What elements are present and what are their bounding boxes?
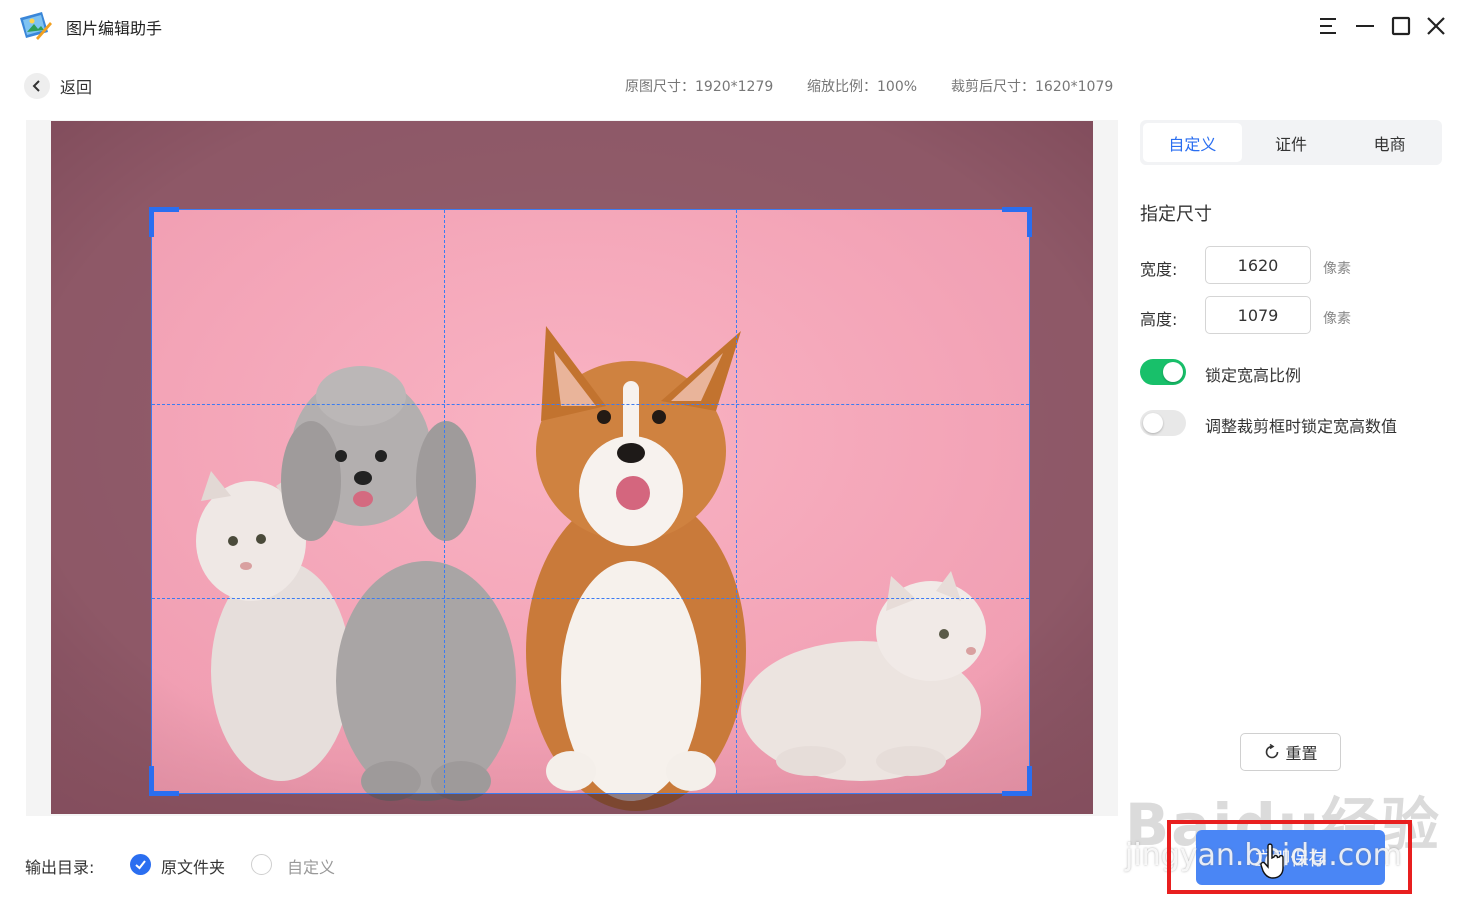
toggle-knob (1163, 362, 1183, 382)
tab-custom[interactable]: 自定义 (1143, 123, 1242, 162)
section-title: 指定尺寸 (1140, 204, 1212, 225)
crop-grid-line (152, 598, 1029, 600)
width-label: 宽度: (1140, 260, 1178, 279)
crop-handle-bottom-right[interactable] (1002, 766, 1032, 796)
toggle-knob (1143, 413, 1163, 433)
refresh-icon (1266, 743, 1279, 759)
crop-handle-top-left[interactable] (149, 207, 179, 237)
save-button[interactable]: 立即保存 (1196, 830, 1385, 885)
crop-handle-top-right[interactable] (1002, 207, 1032, 237)
minimize-icon[interactable] (1351, 12, 1379, 40)
chevron-left-icon (24, 73, 50, 99)
cropped-size-text: 裁剪后尺寸：1620*1079 (951, 79, 1114, 95)
crop-grid-line (152, 404, 1029, 406)
app-title: 图片编辑助手 (66, 19, 163, 38)
app-logo-icon (20, 12, 52, 40)
reset-button[interactable]: 重置 (1240, 733, 1341, 771)
lock-ratio-label: 锁定宽高比例 (1205, 366, 1302, 385)
crop-box[interactable] (149, 207, 1032, 796)
height-label: 高度: (1140, 310, 1178, 329)
tab-id-photo[interactable]: 证件 (1242, 123, 1341, 162)
original-size-text: 原图尺寸：1920*1279 (625, 79, 774, 95)
tab-ecommerce[interactable]: 电商 (1340, 123, 1439, 162)
height-input[interactable] (1205, 296, 1311, 334)
lock-on-resize-toggle[interactable] (1140, 410, 1186, 436)
zoom-text: 缩放比例：100% (807, 79, 918, 95)
height-unit: 像素 (1323, 311, 1351, 327)
back-label: 返回 (60, 78, 93, 97)
maximize-icon[interactable] (1387, 12, 1415, 40)
back-button[interactable]: 返回 (24, 72, 92, 100)
title-bar: 图片编辑助手 (0, 0, 1467, 52)
radio-original-folder[interactable] (130, 854, 151, 875)
crop-mode-tabs: 自定义 证件 电商 (1140, 120, 1442, 165)
hand-cursor-icon (1260, 843, 1284, 879)
custom-folder-label[interactable]: 自定义 (287, 854, 335, 878)
original-folder-label[interactable]: 原文件夹 (161, 854, 225, 878)
reset-label: 重置 (1285, 744, 1318, 763)
radio-custom-folder[interactable] (251, 854, 272, 875)
crop-handle-bottom-left[interactable] (149, 766, 179, 796)
width-input[interactable] (1205, 246, 1311, 284)
close-icon[interactable] (1422, 12, 1450, 40)
output-dir-label: 输出目录: (25, 858, 95, 877)
width-unit: 像素 (1323, 261, 1351, 277)
check-icon (135, 860, 146, 870)
crop-grid-line (736, 210, 738, 793)
lock-ratio-toggle[interactable] (1140, 359, 1186, 385)
crop-grid-line (444, 210, 446, 793)
menu-icon[interactable] (1314, 12, 1342, 40)
lock-on-resize-label: 调整裁剪框时锁定宽高数值 (1205, 417, 1398, 436)
